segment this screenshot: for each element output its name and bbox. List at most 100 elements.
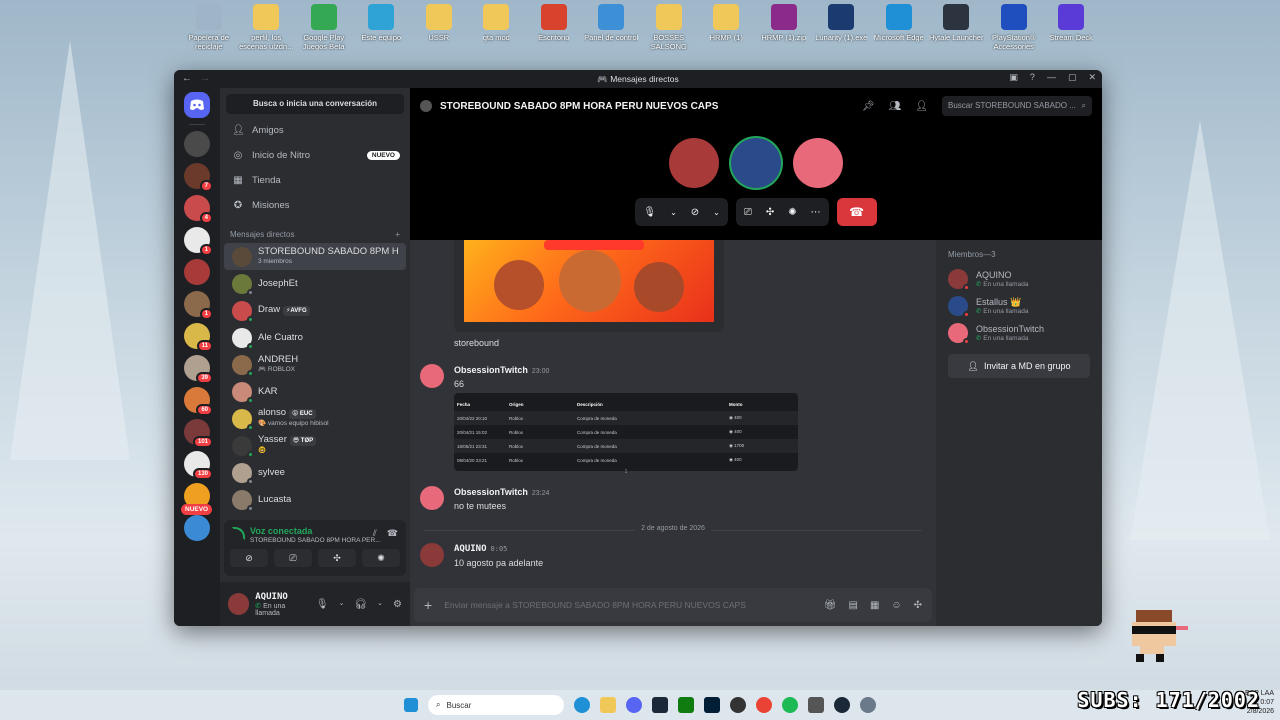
game-image-embed[interactable] [454, 240, 724, 332]
settings-icon[interactable] [860, 697, 876, 713]
desktop-icon[interactable]: HRMP (1) [698, 4, 756, 64]
windows-start-icon[interactable] [404, 698, 418, 712]
microphone-icon[interactable]: 🎙︎ [316, 599, 329, 610]
server-icon[interactable] [184, 131, 210, 157]
noise-suppression-icon[interactable]: ⫽ [373, 528, 377, 539]
message-author[interactable]: AQUINO 0:05 [454, 544, 507, 554]
desktop-icon[interactable]: Este equipo [353, 4, 411, 64]
edge-icon[interactable] [574, 697, 590, 713]
desktop-icon[interactable]: Stream Deck [1043, 4, 1101, 64]
server-icon[interactable]: 101 [184, 419, 213, 448]
desktop-icon[interactable]: Hytale Launcher [928, 4, 986, 64]
dm-item[interactable]: JosephEt [224, 270, 406, 297]
close-button[interactable]: ✕ [1088, 72, 1096, 83]
sidebar-item-inicio-de-nitro[interactable]: ◎ Inicio de Nitro NUEVO [220, 143, 410, 168]
member-item[interactable]: ObsessionTwitch ✆ En una llamada [948, 319, 1090, 346]
sticker-icon[interactable]: ▦ [870, 600, 879, 611]
server-icon[interactable]: 39 [184, 355, 213, 384]
desktop-icon[interactable]: Google Play Juegos Beta [295, 4, 353, 64]
dm-item[interactable]: Draw ⚡AVFG [224, 297, 406, 324]
sidebar-item-misiones[interactable]: ✪ Misiones [220, 193, 410, 218]
dm-item[interactable]: ANDREH 🎮 ROBLOX [224, 351, 406, 378]
steam-icon[interactable] [652, 697, 668, 713]
apps-icon[interactable]: ✣ [914, 600, 922, 611]
message-author[interactable]: ObsessionTwitch 23:24 [454, 487, 549, 497]
call-participant-avatar[interactable] [669, 138, 719, 188]
inbox-icon[interactable]: ▣ [1009, 72, 1018, 83]
chevron-down-icon[interactable]: ⌄ [670, 208, 677, 217]
plus-icon[interactable]: + [424, 597, 432, 613]
activities-button[interactable]: ✣ [318, 549, 356, 567]
server-icon[interactable]: 1 [184, 227, 213, 256]
microphone-icon[interactable]: 🎙︎ [643, 207, 656, 218]
soundboard-button[interactable]: ✺ [362, 549, 400, 567]
dm-item[interactable]: STOREBOUND SABADO 8PM H... 3 miembros [224, 243, 406, 270]
server-icon[interactable]: 1 [184, 291, 213, 320]
emoji-icon[interactable]: ☺ [891, 600, 901, 611]
desktop-icon[interactable]: BOSSES SALSONG [640, 4, 698, 64]
steam-alt-icon[interactable] [834, 697, 850, 713]
screen-share-button[interactable]: ⎚ [274, 549, 312, 567]
server-icon[interactable]: 11 [184, 323, 213, 352]
search-input[interactable]: Buscar STOREBOUND SABADO ... ⌕ [942, 96, 1092, 116]
server-icon[interactable] [184, 515, 210, 541]
file-explorer-icon[interactable] [600, 697, 616, 713]
obs-icon[interactable] [730, 697, 746, 713]
minimize-button[interactable]: — [1047, 72, 1056, 83]
desktop-icon[interactable]: gta mod [468, 4, 526, 64]
camera-off-button[interactable]: ⊘ [230, 549, 268, 567]
member-item[interactable]: Estallus 👑 ✆ En una llamada [948, 292, 1090, 319]
disconnect-icon[interactable]: ☎ [387, 528, 398, 539]
add-dm-button[interactable]: + [395, 230, 400, 239]
server-icon[interactable]: 130 [184, 451, 213, 480]
server-icon[interactable]: 60 [184, 387, 213, 416]
gif-icon[interactable]: ▤ [848, 600, 857, 611]
help-icon[interactable]: ? [1030, 72, 1035, 83]
chevron-down-icon[interactable]: ⌄ [339, 599, 345, 610]
pin-icon[interactable]: 📌︎ [862, 101, 875, 112]
more-icon[interactable]: ⋯ [811, 207, 821, 218]
message-input[interactable] [444, 600, 812, 610]
server-icon[interactable]: 7 [184, 163, 213, 192]
dm-item[interactable]: Yasser 😎 TØP 🤓 [224, 432, 406, 459]
desktop-icon[interactable]: HRMP (1).zip [755, 4, 813, 64]
invite-button[interactable]: 👤︎ Invitar a MD en grupo [948, 354, 1090, 378]
chevron-down-icon[interactable]: ⌄ [713, 208, 720, 217]
desktop-icon[interactable]: USSR [410, 4, 468, 64]
screen-share-icon[interactable]: ⎚ [744, 207, 752, 218]
taskbar-search[interactable]: ⌕ Buscar [428, 695, 564, 715]
transaction-image[interactable]: Fecha Origen Descripción Monto 20/04/22 20:1… [454, 393, 798, 475]
dm-item[interactable]: sylvee [224, 459, 406, 486]
avatar[interactable] [420, 364, 444, 388]
desktop-icon[interactable]: PlayStation® Accessories [985, 4, 1043, 64]
server-icon[interactable] [184, 259, 210, 285]
avatar[interactable] [228, 593, 250, 615]
call-participant-avatar[interactable] [731, 138, 781, 188]
add-members-icon[interactable]: 👥︎ [889, 101, 902, 112]
message-author[interactable]: ObsessionTwitch 23:00 [454, 365, 549, 375]
spotify-icon[interactable] [782, 697, 798, 713]
desktop-icon[interactable]: Papelera de reciclaje [180, 4, 238, 64]
gift-icon[interactable]: 🎁︎ [824, 600, 837, 611]
dm-item[interactable]: alonso 😝 EUC 🎨 vamos equipo hibisol [224, 405, 406, 432]
maximize-button[interactable]: ▢ [1068, 72, 1077, 83]
sidebar-item-amigos[interactable]: 👤︎ Amigos [220, 118, 410, 143]
dm-item[interactable]: Ale Cuatro [224, 324, 406, 351]
discord-home-button[interactable] [184, 92, 210, 118]
gear-icon[interactable]: ⚙ [393, 599, 402, 610]
call-participant-avatar[interactable] [793, 138, 843, 188]
desktop-icon[interactable]: perfil, los escenas ulzdn... [238, 4, 296, 64]
server-icon[interactable]: 4 [184, 195, 213, 224]
conversation-search[interactable]: Busca o inicia una conversación [226, 94, 404, 114]
photoshop-icon[interactable] [704, 697, 720, 713]
dm-item[interactable]: KAR [224, 378, 406, 405]
desktop-icon[interactable]: Microsoft Edge [870, 4, 928, 64]
hang-up-button[interactable]: ☎ [836, 198, 877, 226]
avatar[interactable] [420, 543, 444, 567]
desktop-icon[interactable]: Lunarity (1).exe [813, 4, 871, 64]
members-icon[interactable]: 👤︎ [915, 101, 928, 112]
chevron-down-icon[interactable]: ⌄ [377, 599, 383, 610]
desktop-icon[interactable]: Escritorio [525, 4, 583, 64]
avatar[interactable] [420, 486, 444, 510]
sidebar-item-tienda[interactable]: ▦ Tienda [220, 168, 410, 193]
